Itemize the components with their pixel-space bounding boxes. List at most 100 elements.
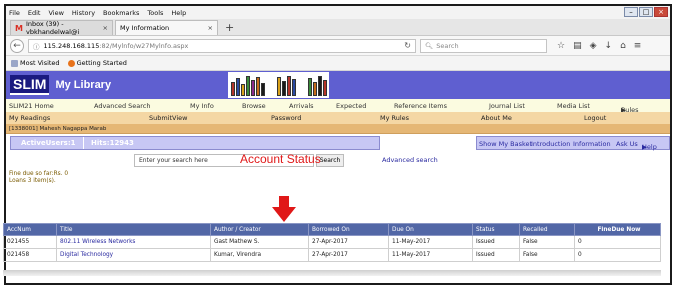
info-icon: ⓘ: [33, 42, 40, 51]
menu-arrivals[interactable]: Arrivals: [289, 102, 314, 110]
stats-box: ActiveUsers:1 Hits:12943: [10, 136, 380, 150]
col-borrowed-on[interactable]: Borrowed On: [308, 223, 389, 236]
down-arrow-icon: [272, 196, 296, 222]
submenu-my-rules[interactable]: My Rules: [380, 114, 409, 122]
cell-borrowed-on: 27-Apr-2017: [308, 248, 389, 262]
tab-bar: M Inbox (39) - vbkhandelwal@i × My Infor…: [6, 19, 670, 36]
cell-author: Gast Mathew S.: [210, 235, 309, 249]
quick-links: Show My Basket Introduction Information …: [476, 136, 670, 151]
tab-my-information[interactable]: My Information ×: [115, 20, 218, 35]
active-users: ActiveUsers:1: [21, 139, 76, 147]
menu-history[interactable]: History: [72, 9, 95, 17]
tab-inbox-label: Inbox (39) - vbkhandelwal@i: [25, 20, 80, 36]
menu-tools[interactable]: Tools: [147, 9, 163, 17]
link-information[interactable]: Information: [573, 140, 611, 148]
submenu-about-me[interactable]: About Me: [481, 114, 512, 122]
tab-inbox[interactable]: M Inbox (39) - vbkhandelwal@i ×: [10, 20, 113, 36]
menu-reference-items[interactable]: Reference Items: [394, 102, 447, 110]
menu-journal-list[interactable]: Journal List: [489, 102, 525, 110]
cell-title-link[interactable]: Digital Technology: [56, 248, 211, 262]
gmail-icon: M: [15, 23, 23, 33]
submenu-password[interactable]: Password: [271, 114, 301, 122]
cell-recalled: False: [519, 248, 575, 262]
cell-status: Issued: [472, 235, 520, 249]
reload-icon[interactable]: ↻: [404, 41, 411, 50]
cell-fine-due: 0: [574, 235, 661, 249]
main-menu: SLIM21 Home Advanced Search My Info Brow…: [6, 99, 670, 114]
cell-accnum: 021458: [3, 248, 57, 262]
firefox-icon: [67, 59, 75, 67]
col-recalled[interactable]: Recalled: [519, 223, 575, 236]
cell-due-on: 11-May-2017: [388, 248, 473, 262]
back-button[interactable]: ←: [10, 38, 24, 53]
account-status-annotation: Account Status: [240, 152, 321, 166]
advanced-search-link[interactable]: Advanced search: [382, 156, 438, 164]
tab-close-icon[interactable]: ×: [103, 24, 108, 32]
cell-accnum: 021455: [3, 235, 57, 249]
cell-status: Issued: [472, 248, 520, 262]
col-status[interactable]: Status: [472, 223, 520, 236]
cell-author: Kumar, Virendra: [210, 248, 309, 262]
maximize-button[interactable]: □: [639, 7, 653, 17]
pocket-icon[interactable]: ◈: [590, 41, 597, 51]
books-image: [228, 72, 329, 98]
cell-recalled: False: [519, 235, 575, 249]
col-fine-due[interactable]: FineDue Now: [574, 223, 661, 236]
url-host: 115.248.168.115: [43, 41, 100, 50]
submenu-submitview[interactable]: SubmitView: [149, 114, 187, 122]
submenu-my-readings[interactable]: My Readings: [9, 114, 50, 122]
cell-title-link[interactable]: 802.11 Wireless Networks: [56, 235, 211, 249]
bookmark-getting-started[interactable]: Getting Started: [67, 59, 127, 67]
submenu-logout[interactable]: Logout: [584, 114, 606, 122]
browser-search-input[interactable]: 🔍︎ Search: [420, 38, 547, 53]
menu-view[interactable]: View: [48, 9, 63, 17]
menu-bookmarks[interactable]: Bookmarks: [103, 9, 139, 17]
home-icon[interactable]: ⌂: [620, 41, 626, 51]
user-info: [1338001] Mahesh Nagappa Marab: [6, 124, 670, 134]
bookmark-most-visited[interactable]: Most Visited: [11, 59, 60, 67]
navigation-bar: ← ⓘ 115.248.168.115:82/Mylnfo/w27Mylnfo.…: [6, 36, 670, 56]
link-ask-us[interactable]: Ask Us: [616, 140, 638, 148]
cell-borrowed-on: 27-Apr-2017: [308, 235, 389, 249]
hit-counter: Hits:12943: [91, 139, 134, 147]
col-title[interactable]: Title: [56, 223, 211, 236]
tab-close-icon[interactable]: ×: [208, 24, 213, 32]
page-icon: [11, 59, 18, 67]
menu-slim21-home[interactable]: SLIM21 Home: [9, 102, 54, 110]
link-show-my-basket[interactable]: Show My Basket: [479, 140, 532, 148]
menu-media-list[interactable]: Media List: [557, 102, 590, 110]
col-author[interactable]: Author / Creator: [210, 223, 309, 236]
sub-menu: My Readings SubmitView Password My Rules…: [6, 112, 670, 124]
menu-bar: File Edit View History Bookmarks Tools H…: [6, 6, 670, 19]
browser-search-placeholder: Search: [436, 41, 459, 50]
menu-browse[interactable]: Browse: [242, 102, 266, 110]
menu-help[interactable]: Help: [171, 9, 186, 17]
download-icon[interactable]: ↓: [605, 41, 613, 51]
menu-advanced-search[interactable]: Advanced Search: [94, 102, 151, 110]
menu-hamburger-icon[interactable]: ≡: [634, 41, 642, 51]
col-due-on[interactable]: Due On: [388, 223, 473, 236]
slim-logo[interactable]: SLIM: [10, 75, 50, 95]
menu-edit[interactable]: Edit: [28, 9, 41, 17]
menu-expected[interactable]: Expected: [336, 102, 366, 110]
new-tab-button[interactable]: +: [220, 20, 239, 35]
link-introduction[interactable]: Introduction: [531, 140, 570, 148]
site-banner: SLIM My Library: [6, 71, 670, 99]
window-controls: – □ ×: [624, 7, 668, 17]
clipboard-icon[interactable]: ▤: [573, 41, 582, 51]
col-accnum[interactable]: AccNum: [3, 223, 57, 236]
menu-file[interactable]: File: [9, 9, 20, 17]
table-header-row: AccNum Title Author / Creator Borrowed O…: [3, 223, 661, 236]
bookmarks-bar: Most Visited Getting Started: [6, 56, 670, 71]
toolbar-icons: ☆ ▤ ◈ ↓ ⌂ ≡: [557, 41, 641, 51]
address-bar[interactable]: ⓘ 115.248.168.115:82/Mylnfo/w27Mylnfo.as…: [28, 38, 416, 53]
cell-fine-due: 0: [574, 248, 661, 262]
fines-summary: Fine due so far:Rs. 0 Loans 3 item(s).: [6, 170, 670, 186]
site-search-row: Enter your search here Search Account St…: [6, 152, 670, 170]
menu-my-info[interactable]: My Info: [190, 102, 214, 110]
library-title: My Library: [55, 79, 112, 91]
minimize-button[interactable]: –: [624, 7, 638, 17]
close-window-button[interactable]: ×: [654, 7, 668, 17]
cell-due-on: 11-May-2017: [388, 235, 473, 249]
bookmark-star-icon[interactable]: ☆: [557, 41, 565, 51]
